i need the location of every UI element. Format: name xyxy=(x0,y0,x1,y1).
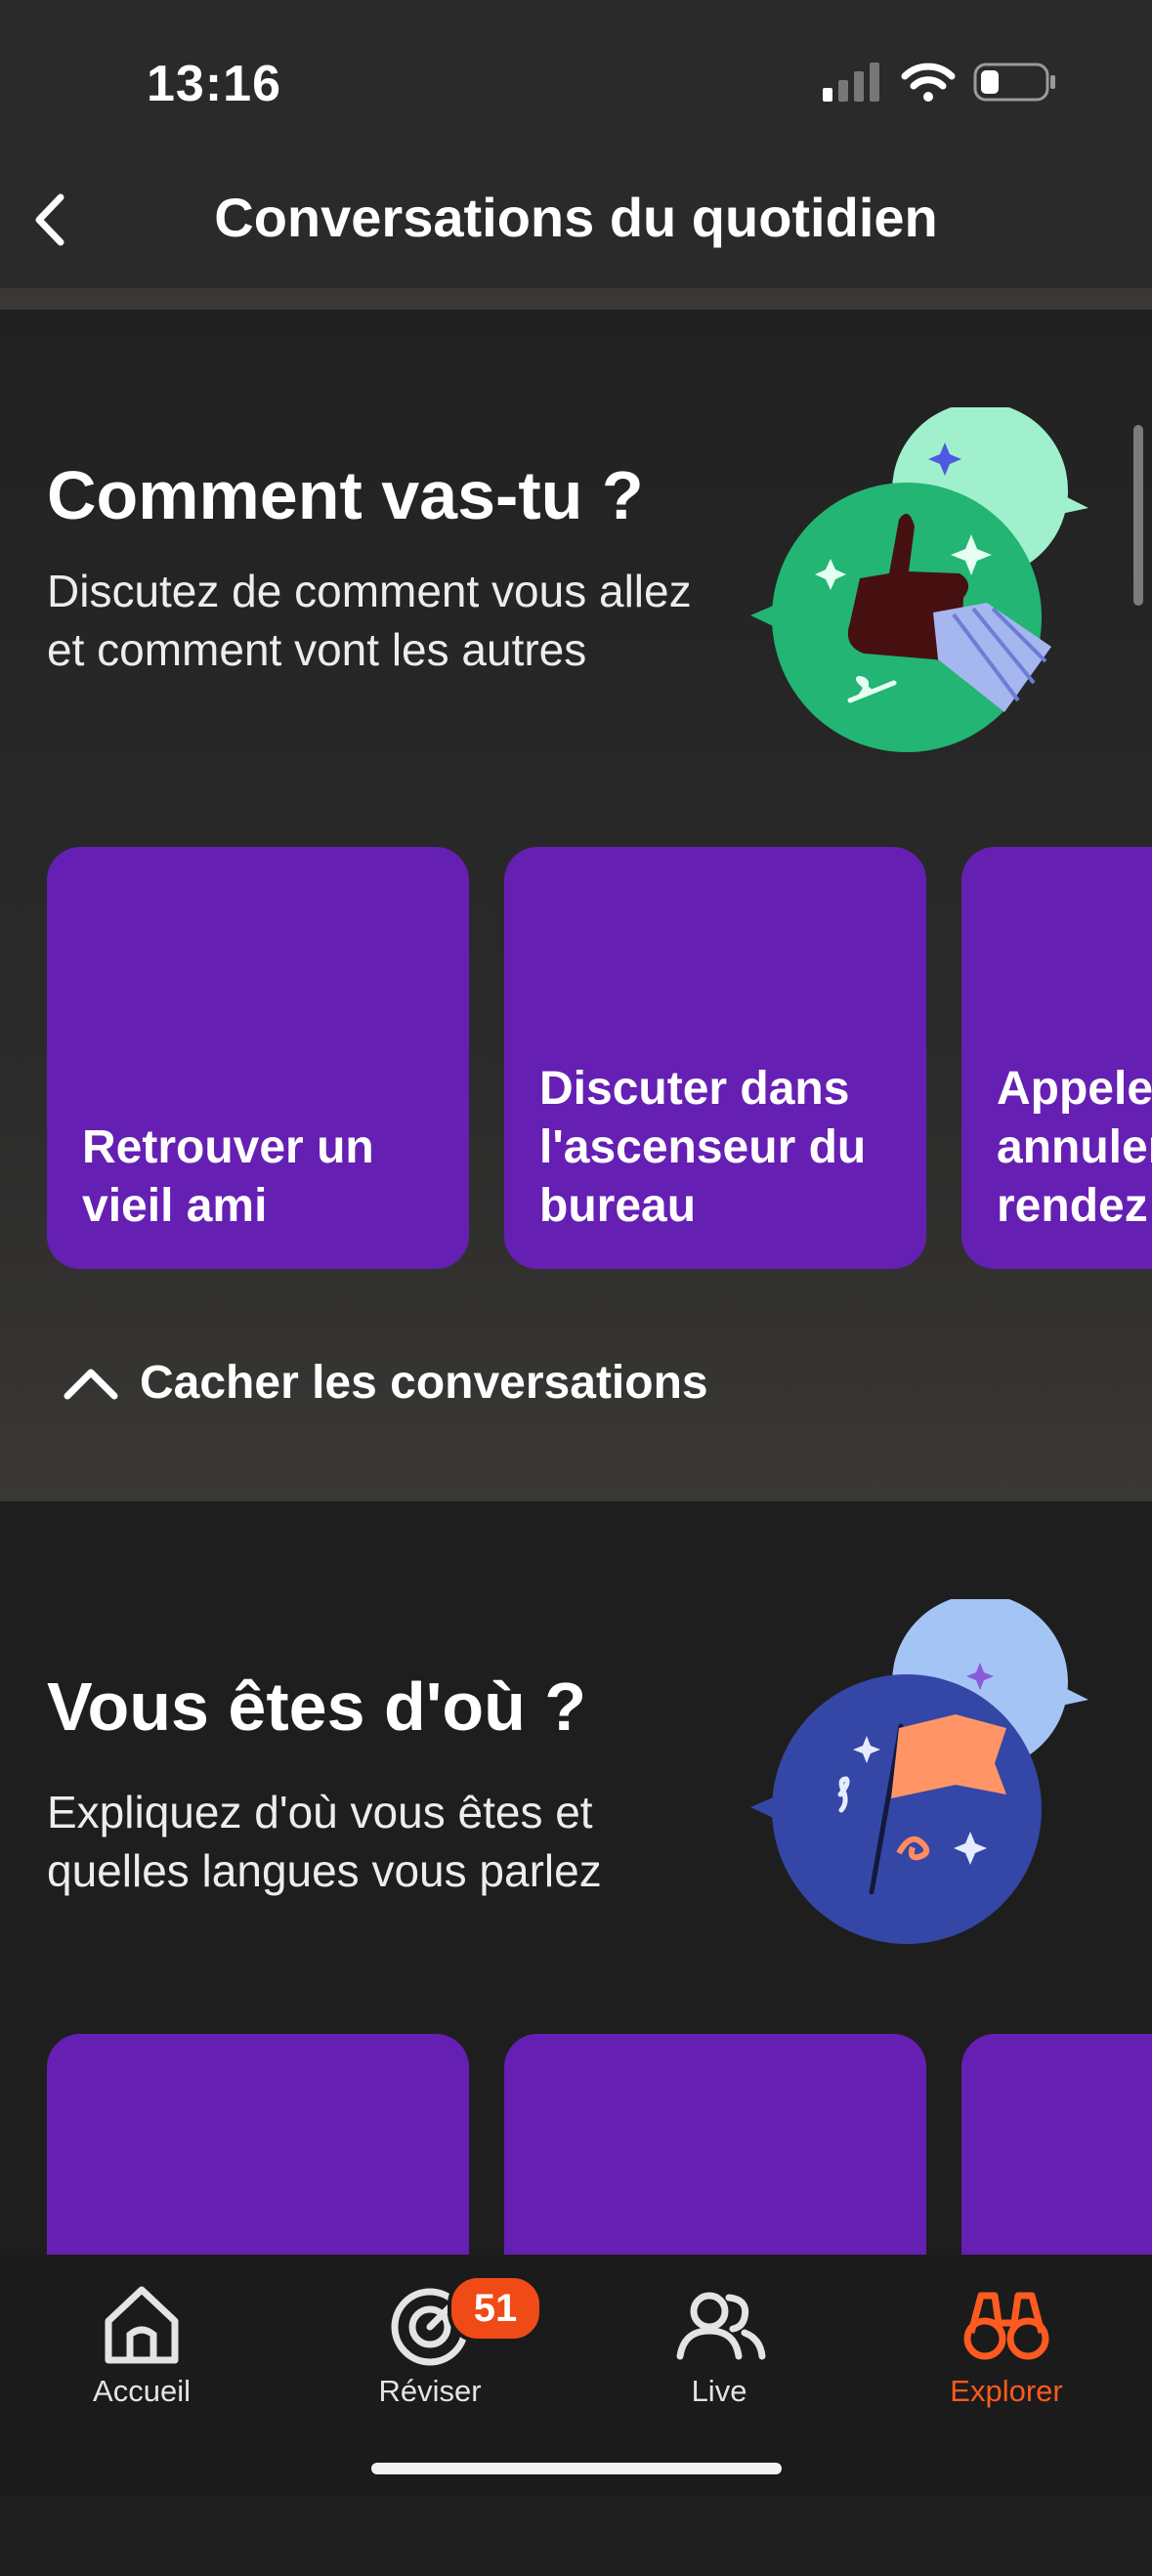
tab-label: Réviser xyxy=(378,2374,482,2408)
hide-conversations-label: Cacher les conversations xyxy=(140,1356,708,1409)
section-description: Discutez de comment vous allez et commen… xyxy=(47,566,692,675)
status-time: 13:16 xyxy=(147,56,281,112)
header-divider xyxy=(0,288,1152,310)
status-bar: 13:16 xyxy=(0,0,1152,147)
topic-section-how-are-you: Comment vas-tu ? Discutez de comment vou… xyxy=(0,310,1152,1501)
review-count-badge: 51 xyxy=(448,2274,543,2343)
thumbs-up-illustration xyxy=(750,407,1088,752)
conversation-card[interactable]: Retrouver un vieil ami xyxy=(47,847,469,1269)
scrollbar[interactable] xyxy=(1133,425,1143,606)
page-title: Conversations du quotidien xyxy=(214,187,938,248)
chevron-up-icon xyxy=(64,1369,118,1400)
binoculars-icon xyxy=(963,2292,1049,2360)
flag-illustration xyxy=(750,1599,1088,1944)
people-icon xyxy=(676,2292,766,2360)
tab-explorer[interactable]: Explorer xyxy=(909,2274,1104,2409)
tab-live[interactable]: Live xyxy=(621,2274,817,2409)
section-title: Comment vas-tu ? xyxy=(47,457,644,533)
battery-icon xyxy=(973,63,1055,102)
tab-label: Explorer xyxy=(950,2374,1063,2408)
wifi-icon xyxy=(901,63,956,102)
hide-conversations-toggle[interactable]: Cacher les conversations xyxy=(64,1343,708,1421)
section-description: Expliquez d'où vous êtes et quelles lang… xyxy=(47,1787,602,1896)
card-label: Discuter dans l'ascenseur du bureau xyxy=(539,1063,867,1232)
home-icon xyxy=(105,2286,179,2364)
tab-accueil[interactable]: Accueil xyxy=(44,2274,239,2409)
card-label: Retrouver un vieil ami xyxy=(82,1121,374,1232)
card-label: Appeler annuler rendez xyxy=(997,1063,1152,1232)
section-title: Vous êtes d'où ? xyxy=(47,1668,587,1745)
tab-label: Live xyxy=(691,2374,747,2408)
conversation-card[interactable]: Discuter dans l'ascenseur du bureau xyxy=(504,847,926,1269)
home-indicator[interactable] xyxy=(371,2463,782,2474)
tab-reviser[interactable]: Réviser 51 xyxy=(332,2274,543,2409)
navigation-bar: Conversations du quotidien xyxy=(0,147,1152,288)
tab-bar: Accueil Réviser 51 Live Explorer xyxy=(0,2255,1152,2497)
signal-icon xyxy=(823,63,879,102)
tab-label: Accueil xyxy=(93,2374,191,2408)
conversation-card[interactable]: Appeler annuler rendez xyxy=(961,847,1152,1269)
